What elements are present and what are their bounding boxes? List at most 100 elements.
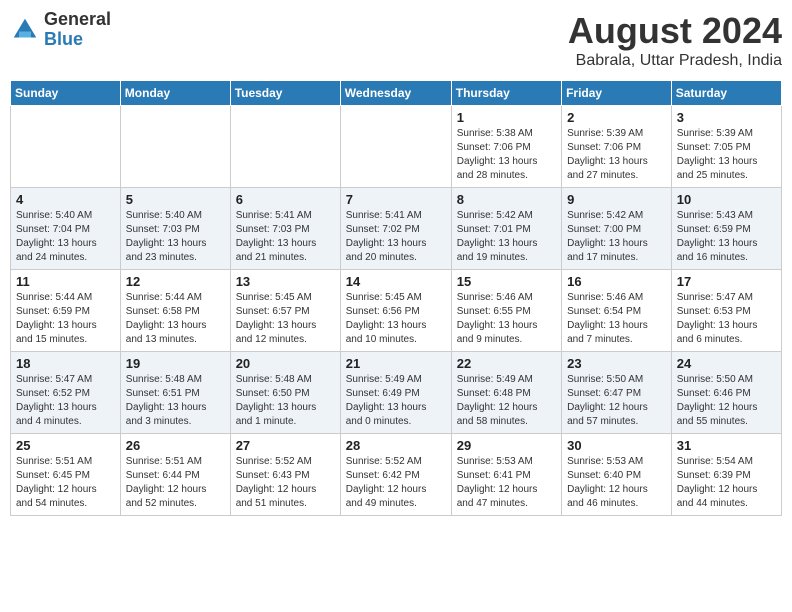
- day-number: 16: [567, 274, 666, 289]
- day-info: Sunrise: 5:39 AM Sunset: 7:05 PM Dayligh…: [677, 127, 776, 183]
- column-header-monday: Monday: [120, 81, 230, 106]
- column-header-wednesday: Wednesday: [340, 81, 451, 106]
- day-number: 29: [457, 438, 556, 453]
- calendar-day-24: 24 Sunrise: 5:50 AM Sunset: 6:46 PM Dayli…: [671, 352, 781, 434]
- day-number: 1: [457, 110, 556, 125]
- day-number: 21: [346, 356, 446, 371]
- day-info: Sunrise: 5:50 AM Sunset: 6:46 PM Dayligh…: [677, 373, 776, 429]
- calendar-day-12: 12 Sunrise: 5:44 AM Sunset: 6:58 PM Dayli…: [120, 270, 230, 352]
- calendar-day-10: 10Sunrise: 5:43 AM Sunset: 6:59 PM Dayli…: [671, 188, 781, 270]
- day-info: Sunrise: 5:45 AM Sunset: 6:57 PM Dayligh…: [236, 291, 335, 347]
- logo: General Blue: [10, 10, 111, 50]
- calendar-empty-cell: [340, 106, 451, 188]
- calendar-empty-cell: [120, 106, 230, 188]
- calendar-empty-cell: [11, 106, 121, 188]
- day-number: 19: [126, 356, 225, 371]
- calendar-day-25: 25Sunrise: 5:51 AM Sunset: 6:45 PM Dayli…: [11, 434, 121, 516]
- day-number: 2: [567, 110, 666, 125]
- day-info: Sunrise: 5:47 AM Sunset: 6:52 PM Dayligh…: [16, 373, 115, 429]
- day-info: Sunrise: 5:42 AM Sunset: 7:00 PM Dayligh…: [567, 209, 666, 265]
- calendar-day-6: 6Sunrise: 5:41 AM Sunset: 7:03 PM Daylig…: [230, 188, 340, 270]
- calendar-empty-cell: [230, 106, 340, 188]
- calendar-week-1: 1Sunrise: 5:38 AM Sunset: 7:06 PM Daylig…: [11, 106, 782, 188]
- day-info: Sunrise: 5:47 AM Sunset: 6:53 PM Dayligh…: [677, 291, 776, 347]
- column-header-friday: Friday: [562, 81, 672, 106]
- day-info: Sunrise: 5:41 AM Sunset: 7:03 PM Dayligh…: [236, 209, 335, 265]
- day-number: 24: [677, 356, 776, 371]
- column-header-saturday: Saturday: [671, 81, 781, 106]
- day-info: Sunrise: 5:50 AM Sunset: 6:47 PM Dayligh…: [567, 373, 666, 429]
- day-info: Sunrise: 5:51 AM Sunset: 6:45 PM Dayligh…: [16, 455, 115, 511]
- page-header: General Blue August 2024 Babrala, Uttar …: [10, 10, 782, 70]
- day-number: 30: [567, 438, 666, 453]
- day-info: Sunrise: 5:46 AM Sunset: 6:54 PM Dayligh…: [567, 291, 666, 347]
- day-info: Sunrise: 5:48 AM Sunset: 6:50 PM Dayligh…: [236, 373, 335, 429]
- day-number: 3: [677, 110, 776, 125]
- day-info: Sunrise: 5:51 AM Sunset: 6:44 PM Dayligh…: [126, 455, 225, 511]
- day-info: Sunrise: 5:40 AM Sunset: 7:04 PM Dayligh…: [16, 209, 115, 265]
- calendar-day-19: 19 Sunrise: 5:48 AM Sunset: 6:51 PM Dayli…: [120, 352, 230, 434]
- logo-general: General: [44, 10, 111, 30]
- day-info: Sunrise: 5:49 AM Sunset: 6:48 PM Dayligh…: [457, 373, 556, 429]
- calendar-week-3: 11 Sunrise: 5:44 AM Sunset: 6:59 PM Dayli…: [11, 270, 782, 352]
- day-number: 7: [346, 192, 446, 207]
- calendar-day-16: 16 Sunrise: 5:46 AM Sunset: 6:54 PM Dayli…: [562, 270, 672, 352]
- calendar-day-22: 22Sunrise: 5:49 AM Sunset: 6:48 PM Dayli…: [451, 352, 561, 434]
- calendar-day-14: 14Sunrise: 5:45 AM Sunset: 6:56 PM Dayli…: [340, 270, 451, 352]
- calendar-day-5: 5Sunrise: 5:40 AM Sunset: 7:03 PM Daylig…: [120, 188, 230, 270]
- day-info: Sunrise: 5:40 AM Sunset: 7:03 PM Dayligh…: [126, 209, 225, 265]
- column-header-thursday: Thursday: [451, 81, 561, 106]
- calendar-header-row: SundayMondayTuesdayWednesdayThursdayFrid…: [11, 81, 782, 106]
- day-number: 20: [236, 356, 335, 371]
- location-subtitle: Babrala, Uttar Pradesh, India: [568, 52, 782, 70]
- calendar-day-15: 15 Sunrise: 5:46 AM Sunset: 6:55 PM Dayli…: [451, 270, 561, 352]
- day-number: 9: [567, 192, 666, 207]
- calendar-day-17: 17 Sunrise: 5:47 AM Sunset: 6:53 PM Dayli…: [671, 270, 781, 352]
- day-info: Sunrise: 5:39 AM Sunset: 7:06 PM Dayligh…: [567, 127, 666, 183]
- calendar-day-4: 4 Sunrise: 5:40 AM Sunset: 7:04 PM Daylig…: [11, 188, 121, 270]
- calendar-day-21: 21 Sunrise: 5:49 AM Sunset: 6:49 PM Dayli…: [340, 352, 451, 434]
- day-info: Sunrise: 5:42 AM Sunset: 7:01 PM Dayligh…: [457, 209, 556, 265]
- day-info: Sunrise: 5:48 AM Sunset: 6:51 PM Dayligh…: [126, 373, 225, 429]
- day-number: 28: [346, 438, 446, 453]
- calendar-day-27: 27 Sunrise: 5:52 AM Sunset: 6:43 PM Dayli…: [230, 434, 340, 516]
- calendar-day-31: 31Sunrise: 5:54 AM Sunset: 6:39 PM Dayli…: [671, 434, 781, 516]
- calendar-day-1: 1Sunrise: 5:38 AM Sunset: 7:06 PM Daylig…: [451, 106, 561, 188]
- logo-text: General Blue: [44, 10, 111, 50]
- day-info: Sunrise: 5:53 AM Sunset: 6:40 PM Dayligh…: [567, 455, 666, 511]
- calendar-table: SundayMondayTuesdayWednesdayThursdayFrid…: [10, 80, 782, 516]
- calendar-day-23: 23 Sunrise: 5:50 AM Sunset: 6:47 PM Dayli…: [562, 352, 672, 434]
- day-number: 8: [457, 192, 556, 207]
- calendar-day-3: 3 Sunrise: 5:39 AM Sunset: 7:05 PM Daylig…: [671, 106, 781, 188]
- calendar-day-2: 2 Sunrise: 5:39 AM Sunset: 7:06 PM Daylig…: [562, 106, 672, 188]
- day-number: 31: [677, 438, 776, 453]
- logo-icon: [10, 15, 40, 45]
- day-info: Sunrise: 5:43 AM Sunset: 6:59 PM Dayligh…: [677, 209, 776, 265]
- day-info: Sunrise: 5:41 AM Sunset: 7:02 PM Dayligh…: [346, 209, 446, 265]
- calendar-day-8: 8 Sunrise: 5:42 AM Sunset: 7:01 PM Daylig…: [451, 188, 561, 270]
- calendar-day-13: 13 Sunrise: 5:45 AM Sunset: 6:57 PM Dayli…: [230, 270, 340, 352]
- day-info: Sunrise: 5:44 AM Sunset: 6:58 PM Dayligh…: [126, 291, 225, 347]
- day-info: Sunrise: 5:53 AM Sunset: 6:41 PM Dayligh…: [457, 455, 556, 511]
- day-info: Sunrise: 5:49 AM Sunset: 6:49 PM Dayligh…: [346, 373, 446, 429]
- calendar-day-7: 7 Sunrise: 5:41 AM Sunset: 7:02 PM Daylig…: [340, 188, 451, 270]
- day-number: 13: [236, 274, 335, 289]
- day-number: 23: [567, 356, 666, 371]
- calendar-week-5: 25Sunrise: 5:51 AM Sunset: 6:45 PM Dayli…: [11, 434, 782, 516]
- day-number: 12: [126, 274, 225, 289]
- calendar-day-11: 11 Sunrise: 5:44 AM Sunset: 6:59 PM Dayli…: [11, 270, 121, 352]
- calendar-week-2: 4 Sunrise: 5:40 AM Sunset: 7:04 PM Daylig…: [11, 188, 782, 270]
- day-info: Sunrise: 5:46 AM Sunset: 6:55 PM Dayligh…: [457, 291, 556, 347]
- title-block: August 2024 Babrala, Uttar Pradesh, Indi…: [568, 10, 782, 70]
- day-number: 15: [457, 274, 556, 289]
- day-number: 11: [16, 274, 115, 289]
- logo-blue: Blue: [44, 30, 111, 50]
- day-number: 18: [16, 356, 115, 371]
- day-number: 14: [346, 274, 446, 289]
- calendar-week-4: 18 Sunrise: 5:47 AM Sunset: 6:52 PM Dayli…: [11, 352, 782, 434]
- day-number: 4: [16, 192, 115, 207]
- day-number: 27: [236, 438, 335, 453]
- day-number: 17: [677, 274, 776, 289]
- day-info: Sunrise: 5:44 AM Sunset: 6:59 PM Dayligh…: [16, 291, 115, 347]
- day-info: Sunrise: 5:52 AM Sunset: 6:43 PM Dayligh…: [236, 455, 335, 511]
